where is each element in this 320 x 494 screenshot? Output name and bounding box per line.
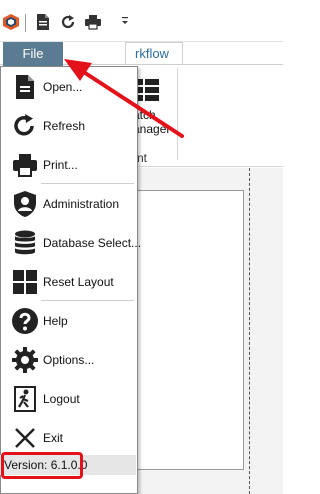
file-menu: Open... Refresh Print... Administration (0, 66, 141, 494)
menu-separator (41, 300, 134, 301)
refresh-icon (14, 114, 34, 136)
menu-item-reset-layout[interactable]: Reset Layout (1, 263, 137, 302)
print-icon[interactable] (84, 13, 102, 31)
print-icon (13, 154, 37, 177)
app-logo-icon[interactable] (2, 13, 20, 31)
menu-item-refresh[interactable]: Refresh (1, 107, 137, 146)
help-icon (12, 308, 38, 334)
menu-separator (41, 183, 134, 184)
batch-manager-button-label[interactable]: atch anager (133, 108, 170, 136)
gear-icon (12, 347, 38, 373)
customize-dropdown-icon[interactable] (120, 13, 130, 31)
menu-item-print[interactable]: Print... (1, 146, 137, 185)
tab-workflow[interactable]: rkflow (125, 42, 183, 64)
tab-file[interactable]: File (3, 42, 63, 66)
database-icon (15, 230, 35, 255)
refresh-icon[interactable] (59, 13, 77, 31)
administration-shield-icon (14, 191, 36, 217)
menu-item-administration[interactable]: Administration (1, 185, 137, 224)
menu-item-open[interactable]: Open... (1, 68, 137, 107)
menu-item-logout[interactable]: Logout (1, 380, 137, 419)
splitter-line[interactable] (249, 168, 250, 494)
document-icon[interactable] (34, 13, 52, 31)
document-panel (137, 190, 244, 470)
quick-access-toolbar (0, 0, 283, 42)
highlight-box (1, 452, 83, 479)
toolbar-separator (25, 14, 26, 32)
menu-item-options[interactable]: Options... (1, 341, 137, 380)
menu-item-database-select[interactable]: Database Select... (1, 224, 141, 263)
logout-door-icon (14, 386, 36, 412)
menu-item-help[interactable]: Help (1, 302, 137, 341)
layout-grid-icon (13, 270, 37, 294)
close-icon (15, 428, 35, 448)
open-document-icon (16, 75, 34, 99)
ribbon-separator (177, 68, 178, 160)
ribbon-group-label: nt (137, 151, 148, 165)
